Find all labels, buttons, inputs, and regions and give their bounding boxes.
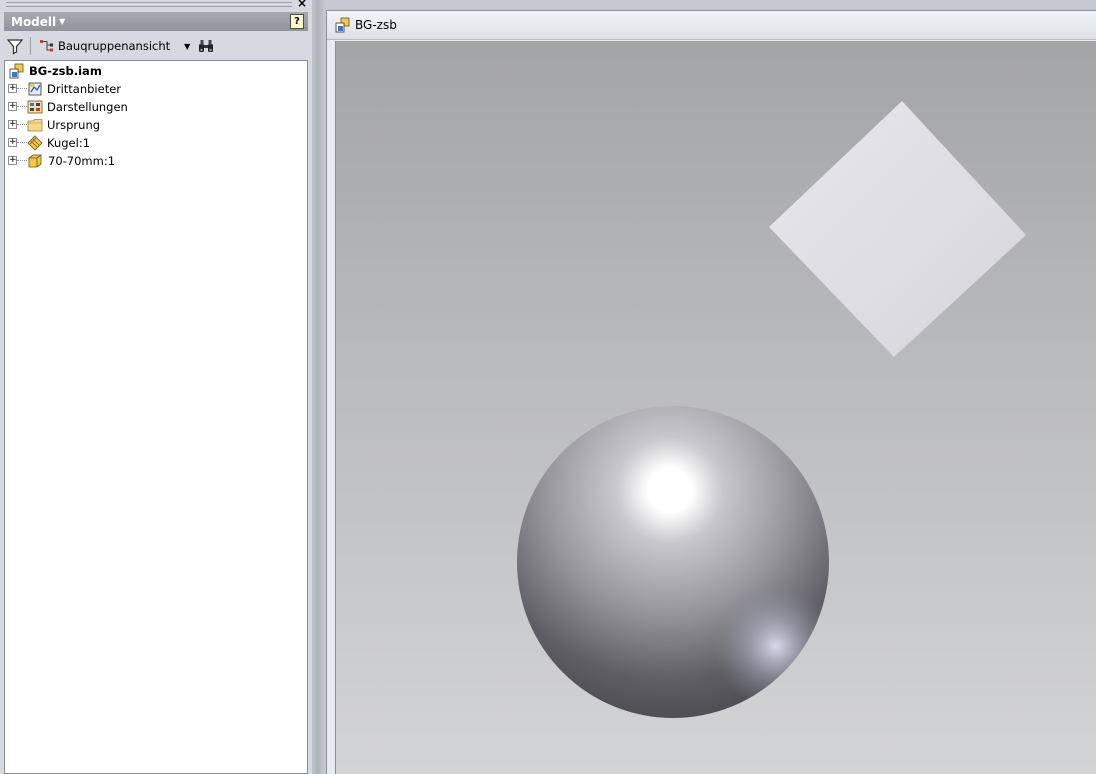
- expand-icon[interactable]: +: [8, 138, 17, 147]
- grip-lines: [6, 2, 292, 7]
- panel-splitter[interactable]: [312, 0, 326, 774]
- panel-header[interactable]: Modell ▼ ?: [4, 12, 308, 31]
- tree-connector: [17, 88, 27, 89]
- assembly-icon: [9, 63, 24, 79]
- tree-connector: [17, 160, 27, 161]
- assembly-view-icon[interactable]: [39, 39, 55, 53]
- tree-item-kugel[interactable]: + Kugel:1: [5, 134, 305, 152]
- tree-item-label: Darstellungen: [47, 100, 128, 114]
- tree-item-ursprung[interactable]: + Ursprung: [5, 116, 305, 134]
- representations-icon: [27, 100, 43, 114]
- filter-icon[interactable]: [6, 37, 24, 55]
- assembly-icon: [335, 17, 350, 33]
- model-browser-panel: × Modell ▼ ? Bauqruppenansicht ▼ BG-zsb.…: [0, 0, 312, 774]
- tree-item-label: Drittanbieter: [47, 82, 122, 96]
- tree-item-label: Ursprung: [47, 118, 101, 132]
- third-party-icon: [28, 82, 42, 96]
- sphere-part-icon: [27, 135, 43, 151]
- document-tab[interactable]: BG-zsb: [327, 11, 1096, 40]
- tree-connector: [17, 106, 27, 107]
- tree-item-drittanbieter[interactable]: + Drittanbieter: [5, 80, 305, 98]
- help-icon[interactable]: ?: [290, 14, 304, 29]
- tree-root[interactable]: BG-zsb.iam: [5, 62, 305, 80]
- inventor-window: × Modell ▼ ? Bauqruppenansicht ▼ BG-zsb.…: [0, 0, 1096, 774]
- tree-root-label: BG-zsb.iam: [29, 64, 102, 78]
- sphere-rim-light: [517, 406, 829, 718]
- expand-icon[interactable]: +: [8, 156, 17, 165]
- 3d-viewport[interactable]: [335, 41, 1096, 774]
- tree-item-label: Kugel:1: [47, 136, 91, 150]
- chevron-down-icon[interactable]: ▼: [184, 42, 190, 51]
- panel-close-button[interactable]: ×: [297, 0, 307, 9]
- model-tree: BG-zsb.iam + Drittanbieter + Darstellung…: [4, 60, 308, 774]
- toolbar-separator: [30, 37, 31, 55]
- tree-item-label: 70-70mm:1: [48, 154, 116, 168]
- browser-toolbar: Bauqruppenansicht ▼: [4, 34, 308, 58]
- panel-grip[interactable]: ×: [0, 0, 312, 10]
- part-icon: [28, 154, 42, 168]
- chevron-down-icon[interactable]: ▼: [59, 17, 65, 26]
- tree-item-darstellungen[interactable]: + Darstellungen: [5, 98, 305, 116]
- binoculars-icon[interactable]: [198, 39, 214, 53]
- document-title: BG-zsb: [355, 18, 397, 32]
- document-window: BG-zsb: [326, 10, 1096, 774]
- square-plate[interactable]: [769, 101, 1026, 357]
- folder-icon: [27, 119, 43, 132]
- tree-connector: [17, 124, 27, 125]
- expand-icon[interactable]: +: [8, 120, 17, 129]
- tree-item-70-70mm[interactable]: + 70-70mm:1: [5, 152, 305, 170]
- tree-connector: [17, 142, 27, 143]
- view-selector-label[interactable]: Bauqruppenansicht: [58, 39, 170, 53]
- expand-icon[interactable]: +: [8, 102, 17, 111]
- panel-title[interactable]: Modell: [4, 15, 56, 29]
- expand-icon[interactable]: +: [8, 84, 17, 93]
- 3d-scene[interactable]: [336, 41, 1096, 774]
